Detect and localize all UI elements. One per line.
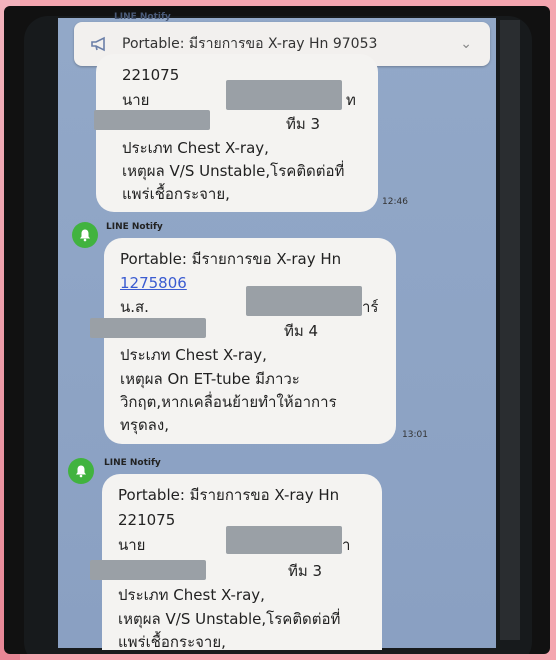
bell-glyph-icon (76, 465, 86, 478)
redaction-bar (246, 286, 362, 316)
banner-text: Portable: มีรายการขอ X-ray Hn 97053 (122, 36, 378, 52)
message-line: เหตุผล V/S Unstable,โรคติดต่อที่ (118, 610, 341, 628)
message-time: 13:01 (402, 430, 428, 440)
redaction-bar (90, 560, 206, 580)
message-line: าร์ (362, 298, 379, 316)
message-line: แพร่เชื้อกระจาย, (122, 185, 230, 203)
bell-icon[interactable] (68, 458, 94, 484)
message-line: ประเภท Chest X-ray, (118, 586, 265, 604)
megaphone-icon (91, 36, 105, 52)
bell-icon[interactable] (72, 222, 98, 248)
message-line: น.ส. (120, 298, 149, 316)
message-line: เหตุผล V/S Unstable,โรคติดต่อที่ (122, 162, 345, 180)
message-bubble[interactable]: Portable: มีรายการขอ X-ray Hn 1275806 น.… (104, 238, 396, 444)
redaction-bar (226, 526, 342, 554)
redaction-bar (226, 80, 342, 110)
message-line: ทีม 4 (284, 322, 319, 340)
message-line: นาย (118, 536, 146, 554)
message-line: 221075 (122, 66, 180, 84)
message-line: ทีม 3 (286, 115, 321, 133)
message-line: ทีม 3 (288, 562, 323, 580)
redaction-bar (94, 110, 210, 130)
message-line: วิกฤต,หากเคลื่อนย้ายทำให้อาการ (120, 393, 337, 411)
message-line: เหตุผล On ET-tube มีภาวะ (120, 370, 300, 388)
sender-name: LINE Notify (114, 12, 171, 22)
message-line: Portable: มีรายการขอ X-ray Hn (120, 250, 342, 268)
message-line: ประเภท Chest X-ray, (122, 139, 269, 157)
sender-name: LINE Notify (106, 222, 163, 232)
chevron-down-icon[interactable]: ⌄ (460, 36, 472, 52)
phone-edge (500, 20, 520, 640)
message-line: ท (346, 91, 356, 109)
bell-glyph-icon (80, 229, 90, 242)
message-bubble[interactable]: 221075 นาย ท ทีม 3 ประเภท Chest X-ray, เ… (96, 54, 378, 212)
message-line: แพร่เชื้อกระจาย, (118, 633, 226, 651)
message-line: า (342, 536, 351, 554)
message-time: 12:46 (382, 197, 408, 207)
hn-link[interactable]: 1275806 (120, 272, 187, 295)
message-line: นาย (122, 91, 150, 109)
redaction-bar (90, 318, 206, 338)
message-line: ทรุดลง, (120, 416, 169, 434)
message-line: ประเภท Chest X-ray, (120, 346, 267, 364)
sender-name: LINE Notify (104, 458, 161, 468)
message-line: Portable: มีรายการขอ X-ray Hn (118, 486, 340, 504)
message-line: 221075 (118, 511, 176, 529)
